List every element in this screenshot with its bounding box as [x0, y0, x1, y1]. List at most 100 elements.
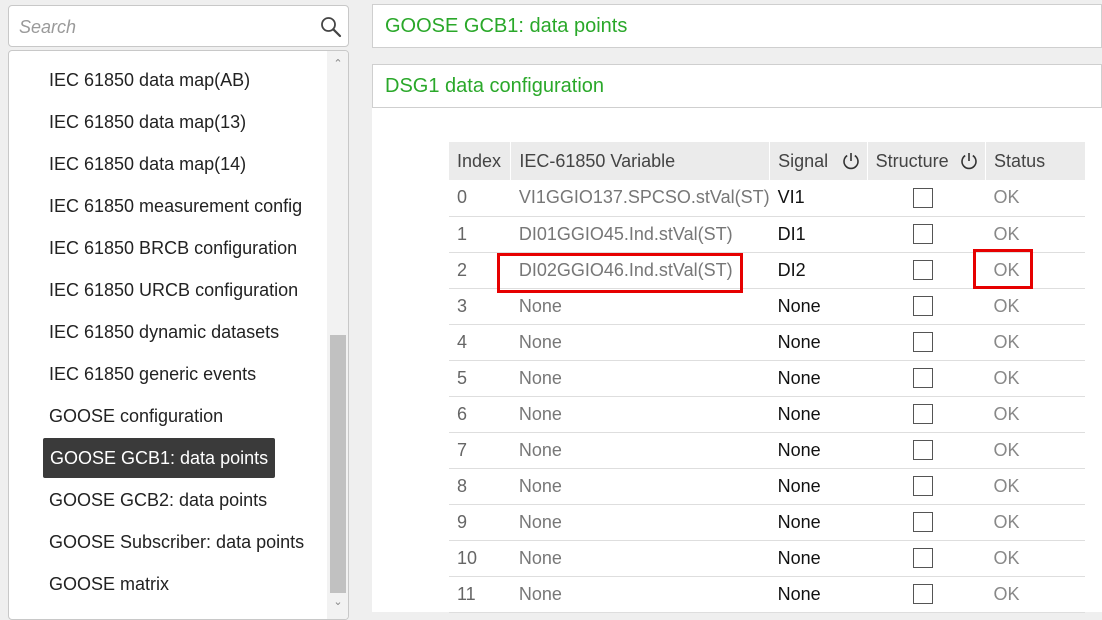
- nav-item[interactable]: IEC 61850 BRCB configuration: [9, 227, 327, 269]
- cell-structure: [867, 396, 986, 433]
- cell-signal[interactable]: None: [769, 540, 868, 577]
- cell-signal[interactable]: None: [769, 468, 868, 505]
- search-icon[interactable]: [319, 15, 343, 39]
- nav-item[interactable]: GOOSE GCB2: data points: [9, 479, 327, 521]
- cell-variable[interactable]: None: [510, 396, 770, 433]
- table-row[interactable]: 7 None None OK: [449, 432, 1085, 469]
- header-index: Index: [449, 142, 512, 180]
- table-row[interactable]: 3 None None OK: [449, 288, 1085, 325]
- nav-item-label: IEC 61850 BRCB configuration: [49, 238, 298, 258]
- table-row[interactable]: 6 None None OK: [449, 396, 1085, 433]
- cell-signal[interactable]: None: [769, 432, 868, 469]
- nav-item[interactable]: IEC 61850 data map(14): [9, 143, 327, 185]
- cell-index: 9: [449, 504, 511, 541]
- nav-item[interactable]: IEC 61850 generic events: [9, 353, 327, 395]
- cell-variable[interactable]: None: [510, 360, 770, 397]
- nav-item[interactable]: GOOSE matrix: [9, 563, 327, 605]
- cell-status: OK: [985, 540, 1085, 577]
- structure-checkbox[interactable]: [913, 584, 934, 604]
- structure-checkbox[interactable]: [913, 224, 934, 244]
- nav-scrollbar[interactable]: ⌃ ⌄: [327, 51, 348, 619]
- nav-panel: IEC 61850 data map(AB) IEC 61850 data ma…: [8, 50, 349, 620]
- cell-signal[interactable]: DI2: [769, 252, 868, 289]
- scroll-thumb[interactable]: [330, 335, 346, 593]
- structure-checkbox[interactable]: [913, 548, 934, 568]
- content-area: Index IEC-61850 Variable Signal Structur…: [372, 108, 1102, 613]
- data-points-table: Index IEC-61850 Variable Signal Structur…: [449, 142, 1085, 613]
- cell-variable[interactable]: VI1GGIO137.SPCSO.stVal(ST): [510, 180, 770, 217]
- search-input[interactable]: [19, 14, 309, 40]
- cell-signal[interactable]: None: [769, 360, 868, 397]
- nav-item[interactable]: IEC 61850 URCB configuration: [9, 269, 327, 311]
- nav-item[interactable]: IEC 61850 dynamic datasets: [9, 311, 327, 353]
- dsg-section-header[interactable]: DSG1 data configuration: [372, 64, 1102, 108]
- cell-variable[interactable]: None: [510, 432, 770, 469]
- structure-checkbox[interactable]: [913, 404, 934, 424]
- structure-checkbox[interactable]: [913, 368, 934, 388]
- nav-item[interactable]: IEC 61850 measurement config: [9, 185, 327, 227]
- structure-checkbox[interactable]: [913, 296, 934, 316]
- table-row[interactable]: 1 DI01GGIO45.Ind.stVal(ST) DI1 OK: [449, 216, 1085, 253]
- cell-signal[interactable]: VI1: [769, 180, 868, 217]
- cell-signal[interactable]: None: [769, 324, 868, 361]
- table-row[interactable]: 8 None None OK: [449, 468, 1085, 505]
- cell-structure: [867, 360, 986, 397]
- cell-status: OK: [985, 468, 1085, 505]
- nav-item[interactable]: IEC 61850 data map(AB): [9, 59, 327, 101]
- scroll-down-icon[interactable]: ⌄: [327, 595, 348, 609]
- cell-variable[interactable]: DI02GGIO46.Ind.stVal(ST): [510, 252, 770, 289]
- structure-checkbox[interactable]: [913, 512, 934, 532]
- nav-item-active[interactable]: GOOSE GCB1: data points: [9, 437, 327, 479]
- nav-item-label: IEC 61850 measurement config: [49, 196, 303, 216]
- cell-variable[interactable]: None: [510, 468, 770, 505]
- table-row[interactable]: 2 DI02GGIO46.Ind.stVal(ST) DI2 OK: [449, 252, 1085, 289]
- cell-status: OK: [985, 396, 1085, 433]
- structure-checkbox[interactable]: [913, 187, 934, 208]
- nav-item-label: IEC 61850 data map(14): [49, 154, 247, 174]
- cell-signal[interactable]: DI1: [769, 216, 868, 253]
- power-icon[interactable]: [841, 151, 861, 171]
- cell-status: OK: [985, 252, 1085, 289]
- cell-variable[interactable]: None: [510, 576, 770, 613]
- nav-item-label: IEC 61850 data map(AB): [49, 70, 251, 90]
- cell-variable[interactable]: None: [510, 504, 770, 541]
- structure-checkbox[interactable]: [913, 476, 934, 496]
- nav-item-label: GOOSE matrix: [49, 574, 170, 594]
- header-signal: Signal: [769, 142, 868, 180]
- cell-variable[interactable]: None: [510, 288, 770, 325]
- table-row[interactable]: 5 None None OK: [449, 360, 1085, 397]
- table-row[interactable]: 4 None None OK: [449, 324, 1085, 361]
- cell-signal[interactable]: None: [769, 288, 868, 325]
- nav-item[interactable]: GOOSE configuration: [9, 395, 327, 437]
- scroll-up-icon[interactable]: ⌃: [327, 57, 348, 71]
- structure-checkbox[interactable]: [913, 260, 934, 280]
- cell-status: OK: [985, 288, 1085, 325]
- cell-index: 6: [449, 396, 511, 433]
- cell-signal[interactable]: None: [769, 396, 868, 433]
- cell-index: 2: [449, 252, 511, 289]
- cell-signal[interactable]: None: [769, 504, 868, 541]
- table-row[interactable]: 10 None None OK: [449, 540, 1085, 577]
- cell-variable[interactable]: None: [510, 540, 770, 577]
- cell-variable[interactable]: None: [510, 324, 770, 361]
- nav-item[interactable]: IEC 61850 data map(13): [9, 101, 327, 143]
- structure-checkbox[interactable]: [913, 440, 934, 460]
- dsg-section-title: DSG1 data configuration: [385, 75, 605, 97]
- cell-index: 1: [449, 216, 511, 253]
- goose-section-header[interactable]: GOOSE GCB1: data points: [372, 4, 1102, 48]
- power-icon[interactable]: [959, 151, 979, 171]
- cell-signal[interactable]: None: [769, 576, 868, 613]
- table-header-row: Index IEC-61850 Variable Signal Structur…: [449, 142, 1085, 180]
- search-box[interactable]: [8, 5, 349, 47]
- table-row[interactable]: 0 VI1GGIO137.SPCSO.stVal(ST) VI1 OK: [449, 180, 1085, 217]
- cell-variable[interactable]: DI01GGIO45.Ind.stVal(ST): [510, 216, 770, 253]
- cell-structure: [867, 216, 986, 253]
- header-structure-label: Structure: [875, 150, 949, 171]
- table-row[interactable]: 9 None None OK: [449, 504, 1085, 541]
- table-row[interactable]: 11 None None OK: [449, 576, 1085, 613]
- structure-checkbox[interactable]: [913, 332, 934, 352]
- nav-item[interactable]: GOOSE Subscriber: data points: [9, 521, 327, 563]
- cell-index: 10: [449, 540, 511, 577]
- cell-status: OK: [985, 504, 1085, 541]
- cell-structure: [867, 504, 986, 541]
